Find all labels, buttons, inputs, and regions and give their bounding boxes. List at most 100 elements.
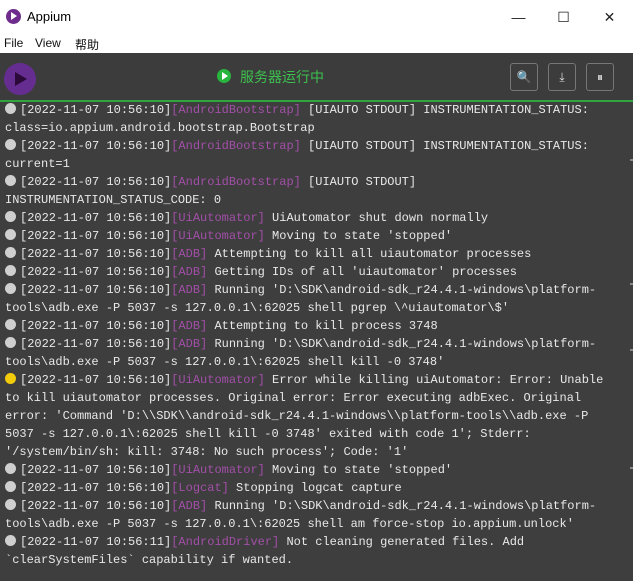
log-line-continuation: tools\adb.exe -P 5037 -s 127.0.0.1\:6202… bbox=[5, 517, 574, 531]
log-timestamp: [2022-11-07 10:56:11] bbox=[20, 535, 172, 549]
menu-help[interactable]: 帮助 bbox=[75, 36, 99, 53]
log-timestamp: [2022-11-07 10:56:10] bbox=[20, 373, 172, 387]
log-timestamp: [2022-11-07 10:56:10] bbox=[20, 337, 172, 351]
info-icon bbox=[5, 265, 16, 276]
log-timestamp: [2022-11-07 10:56:10] bbox=[20, 103, 172, 117]
log-timestamp: [2022-11-07 10:56:10] bbox=[20, 481, 172, 495]
log-tag: [AndroidBootstrap] bbox=[171, 175, 301, 189]
log-line-continuation: `clearSystemFiles` capability if wanted. bbox=[5, 553, 293, 567]
log-message: Attempting to kill process 3748 bbox=[207, 319, 438, 333]
log-line: [2022-11-07 10:56:10][ADB] Attempting to… bbox=[5, 319, 438, 333]
log-text: tools\adb.exe -P 5037 -s 127.0.0.1\:6202… bbox=[5, 301, 510, 315]
menu-view[interactable]: View bbox=[35, 36, 61, 50]
log-line-continuation: to kill uiautomator processes. Original … bbox=[5, 391, 581, 405]
log-message: Moving to state 'stopped' bbox=[264, 463, 453, 477]
info-icon bbox=[5, 337, 16, 348]
log-message: Moving to state 'stopped' bbox=[264, 229, 453, 243]
log-line-continuation: tools\adb.exe -P 5037 -s 127.0.0.1\:6202… bbox=[5, 355, 444, 369]
log-timestamp: [2022-11-07 10:56:10] bbox=[20, 265, 172, 279]
log-line: [2022-11-07 10:56:11][AndroidDriver] Not… bbox=[5, 535, 524, 549]
appium-logo-icon bbox=[6, 9, 21, 24]
log-line: [2022-11-07 10:56:10][UiAutomator] Movin… bbox=[5, 229, 452, 243]
log-line-continuation: INSTRUMENTATION_STATUS_CODE: 0 bbox=[5, 193, 221, 207]
log-tag: [ADB] bbox=[171, 319, 208, 333]
log-timestamp: [2022-11-07 10:56:10] bbox=[20, 175, 172, 189]
log-tag: [ADB] bbox=[171, 283, 208, 297]
search-log-button[interactable]: 🔍 bbox=[510, 63, 538, 91]
log-timestamp: [2022-11-07 10:56:10] bbox=[20, 283, 172, 297]
log-timestamp: [2022-11-07 10:56:10] bbox=[20, 319, 172, 333]
log-tag: [ADB] bbox=[171, 499, 208, 513]
log-timestamp: [2022-11-07 10:56:10] bbox=[20, 139, 172, 153]
log-line-continuation: current=1 bbox=[5, 157, 70, 171]
menu-bar: File View 帮助 bbox=[0, 34, 633, 53]
log-message: Running 'D:\SDK\android-sdk_r24.4.1-wind… bbox=[207, 499, 597, 513]
log-message: Running 'D:\SDK\android-sdk_r24.4.1-wind… bbox=[207, 337, 597, 351]
log-timestamp: [2022-11-07 10:56:10] bbox=[20, 499, 172, 513]
close-button[interactable]: ✕ bbox=[587, 0, 632, 34]
pause-server-button[interactable]: ⏸ bbox=[586, 63, 614, 91]
log-message: UiAutomator shut down normally bbox=[264, 211, 489, 225]
log-line-continuation: 5037 -s 127.0.0.1\:62025 shell kill -0 3… bbox=[5, 427, 531, 441]
maximize-button[interactable]: ☐ bbox=[541, 0, 586, 34]
info-icon bbox=[5, 319, 16, 330]
info-icon bbox=[5, 481, 16, 492]
info-icon bbox=[5, 463, 16, 474]
log-line: [2022-11-07 10:56:10][AndroidBootstrap] … bbox=[5, 175, 416, 189]
info-icon bbox=[5, 139, 16, 150]
log-console[interactable]: [2022-11-07 10:56:10][AndroidBootstrap] … bbox=[0, 102, 633, 581]
menu-file[interactable]: File bbox=[4, 36, 23, 50]
log-timestamp: [2022-11-07 10:56:10] bbox=[20, 211, 172, 225]
log-line-continuation: tools\adb.exe -P 5037 -s 127.0.0.1\:6202… bbox=[5, 301, 509, 315]
log-tag: [UiAutomator] bbox=[171, 463, 265, 477]
log-tag: [AndroidBootstrap] bbox=[171, 103, 301, 117]
log-timestamp: [2022-11-07 10:56:10] bbox=[20, 247, 172, 261]
log-tag: [UiAutomator] bbox=[171, 229, 265, 243]
log-tag: [ADB] bbox=[171, 247, 208, 261]
running-status-icon bbox=[217, 69, 231, 83]
log-line-continuation: '/system/bin/sh: kill: 3748: No such pro… bbox=[5, 445, 408, 459]
log-message: [UIAUTO STDOUT] bbox=[300, 175, 417, 189]
log-line: [2022-11-07 10:56:10][ADB] Getting IDs o… bbox=[5, 265, 517, 279]
log-text: to kill uiautomator processes. Original … bbox=[5, 391, 582, 405]
log-line: [2022-11-07 10:56:10][UiAutomator] Movin… bbox=[5, 463, 452, 477]
log-message: Not cleaning generated files. Add bbox=[279, 535, 525, 549]
log-text: `clearSystemFiles` capability if wanted. bbox=[5, 553, 294, 567]
log-timestamp: [2022-11-07 10:56:10] bbox=[20, 463, 172, 477]
info-icon bbox=[5, 175, 16, 186]
log-message: Attempting to kill all uiautomator proce… bbox=[207, 247, 532, 261]
log-line: [2022-11-07 10:56:10][ADB] Running 'D:\S… bbox=[5, 499, 596, 513]
log-text: error: 'Command 'D:\\SDK\\android-sdk_r2… bbox=[5, 409, 589, 423]
log-tag: [ADB] bbox=[171, 265, 208, 279]
log-tag: [AndroidDriver] bbox=[171, 535, 280, 549]
log-text: tools\adb.exe -P 5037 -s 127.0.0.1\:6202… bbox=[5, 355, 445, 369]
info-icon bbox=[5, 247, 16, 258]
log-text: current=1 bbox=[5, 157, 70, 171]
info-icon bbox=[5, 283, 16, 294]
minimize-button[interactable]: — bbox=[496, 0, 541, 34]
log-line: [2022-11-07 10:56:10][ADB] Attempting to… bbox=[5, 247, 531, 261]
appium-play-icon[interactable] bbox=[4, 63, 36, 95]
info-icon bbox=[5, 211, 16, 222]
log-line-continuation: error: 'Command 'D:\\SDK\\android-sdk_r2… bbox=[5, 409, 588, 423]
log-message: Running 'D:\SDK\android-sdk_r24.4.1-wind… bbox=[207, 283, 597, 297]
log-line: [2022-11-07 10:56:10][Logcat] Stopping l… bbox=[5, 481, 402, 495]
log-tag: [UiAutomator] bbox=[171, 373, 265, 387]
warning-icon bbox=[5, 373, 16, 384]
log-line-continuation: class=io.appium.android.bootstrap.Bootst… bbox=[5, 121, 315, 135]
log-text: class=io.appium.android.bootstrap.Bootst… bbox=[5, 121, 315, 135]
download-log-button[interactable]: ⤓ bbox=[548, 63, 576, 91]
log-line: [2022-11-07 10:56:10][AndroidBootstrap] … bbox=[5, 103, 589, 117]
log-tag: [Logcat] bbox=[171, 481, 229, 495]
log-line: [2022-11-07 10:56:10][ADB] Running 'D:\S… bbox=[5, 283, 596, 297]
log-line: [2022-11-07 10:56:10][UiAutomator] Error… bbox=[5, 373, 603, 387]
log-line: [2022-11-07 10:56:10][ADB] Running 'D:\S… bbox=[5, 337, 596, 351]
log-text: tools\adb.exe -P 5037 -s 127.0.0.1\:6202… bbox=[5, 517, 574, 531]
log-message: [UIAUTO STDOUT] INSTRUMENTATION_STATUS: bbox=[300, 103, 589, 117]
server-status-text: 服务器运行中 bbox=[240, 69, 324, 85]
window-title: Appium bbox=[27, 9, 72, 24]
log-text: '/system/bin/sh: kill: 3748: No such pro… bbox=[5, 445, 409, 459]
log-tag: [AndroidBootstrap] bbox=[171, 139, 301, 153]
log-message: Getting IDs of all 'uiautomator' process… bbox=[207, 265, 517, 279]
info-icon bbox=[5, 535, 16, 546]
